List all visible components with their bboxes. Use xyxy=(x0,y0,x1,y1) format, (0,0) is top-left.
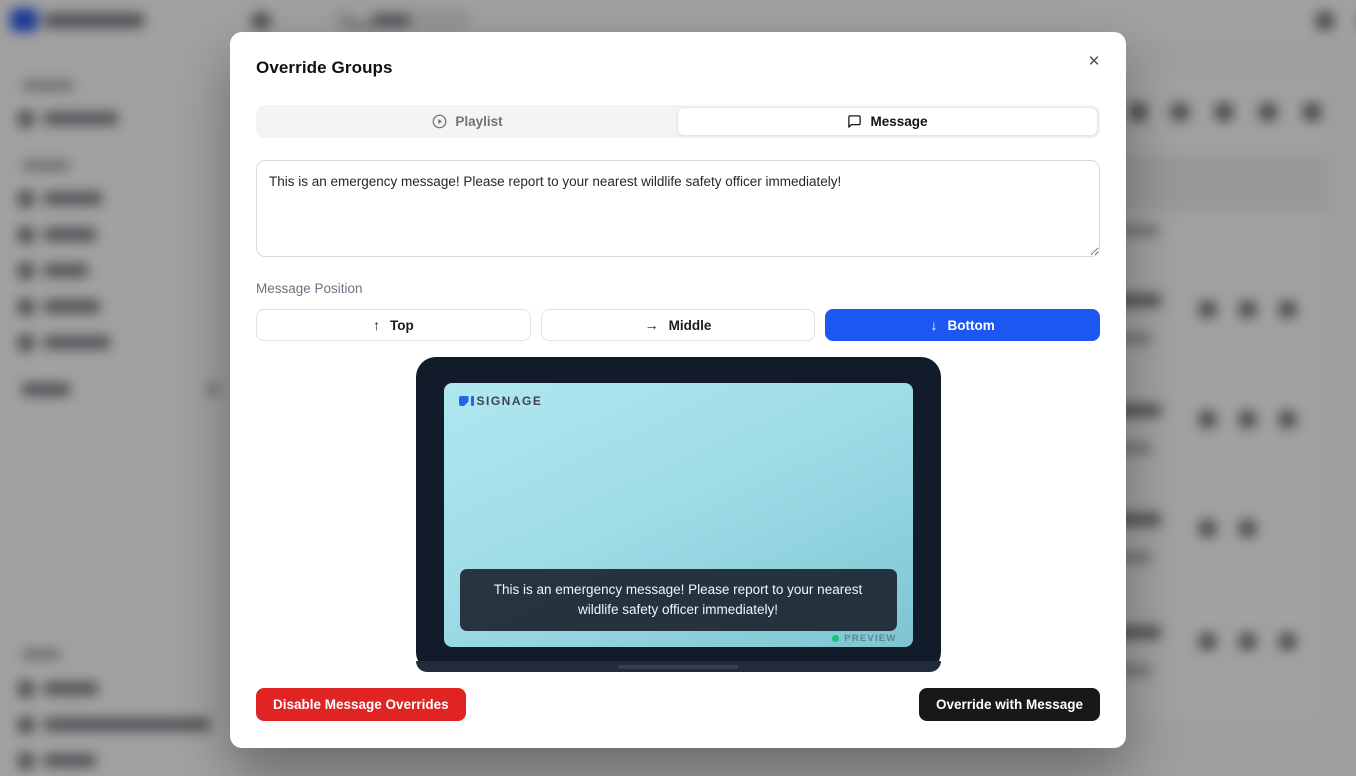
pisignage-logo: SIGNAGE xyxy=(459,394,543,408)
tv-frame: SIGNAGE This is an emergency message! Pl… xyxy=(416,357,941,672)
tab-message-label: Message xyxy=(870,114,927,129)
preview-message-text: This is an emergency message! Please rep… xyxy=(490,580,867,620)
tab-playlist-label: Playlist xyxy=(455,114,502,129)
play-circle-icon xyxy=(432,114,447,129)
override-groups-modal: Override Groups ✕ Playlist Message xyxy=(230,32,1126,748)
green-dot-icon xyxy=(832,635,839,642)
message-textarea[interactable]: This is an emergency message! Please rep… xyxy=(256,160,1100,257)
pisignage-logo-icon xyxy=(459,396,474,406)
disable-message-overrides-button[interactable]: Disable Message Overrides xyxy=(256,688,466,721)
position-middle-button[interactable]: → Middle xyxy=(541,309,816,341)
message-position-label: Message Position xyxy=(256,281,1100,296)
position-middle-label: Middle xyxy=(669,318,712,333)
position-bottom-button[interactable]: ↓ Bottom xyxy=(825,309,1100,341)
preview-message-overlay: This is an emergency message! Please rep… xyxy=(460,569,897,631)
preview-badge-label: PREVIEW xyxy=(844,633,896,644)
arrow-right-icon: → xyxy=(645,317,659,333)
modal-footer: Disable Message Overrides Override with … xyxy=(256,688,1100,721)
position-bottom-label: Bottom xyxy=(948,318,995,333)
tab-message[interactable]: Message xyxy=(677,107,1098,136)
preview-badge: PREVIEW xyxy=(832,633,896,644)
tv-stand xyxy=(618,665,738,669)
pisignage-logo-text: SIGNAGE xyxy=(477,394,543,408)
override-with-message-button[interactable]: Override with Message xyxy=(919,688,1100,721)
position-options: ↑ Top → Middle ↓ Bottom xyxy=(256,309,1100,341)
preview-container: SIGNAGE This is an emergency message! Pl… xyxy=(256,357,1100,672)
modal-title: Override Groups xyxy=(256,58,1100,78)
arrow-down-icon: ↓ xyxy=(931,317,938,333)
arrow-up-icon: ↑ xyxy=(373,317,380,333)
preview-screen: SIGNAGE This is an emergency message! Pl… xyxy=(444,383,913,647)
override-type-tabs: Playlist Message xyxy=(256,105,1100,138)
close-icon[interactable]: ✕ xyxy=(1082,50,1106,74)
position-top-label: Top xyxy=(390,318,414,333)
message-bubble-icon xyxy=(847,114,862,129)
position-top-button[interactable]: ↑ Top xyxy=(256,309,531,341)
tab-playlist[interactable]: Playlist xyxy=(258,107,677,136)
app-window: Override Groups ✕ Playlist Message xyxy=(0,0,1356,776)
